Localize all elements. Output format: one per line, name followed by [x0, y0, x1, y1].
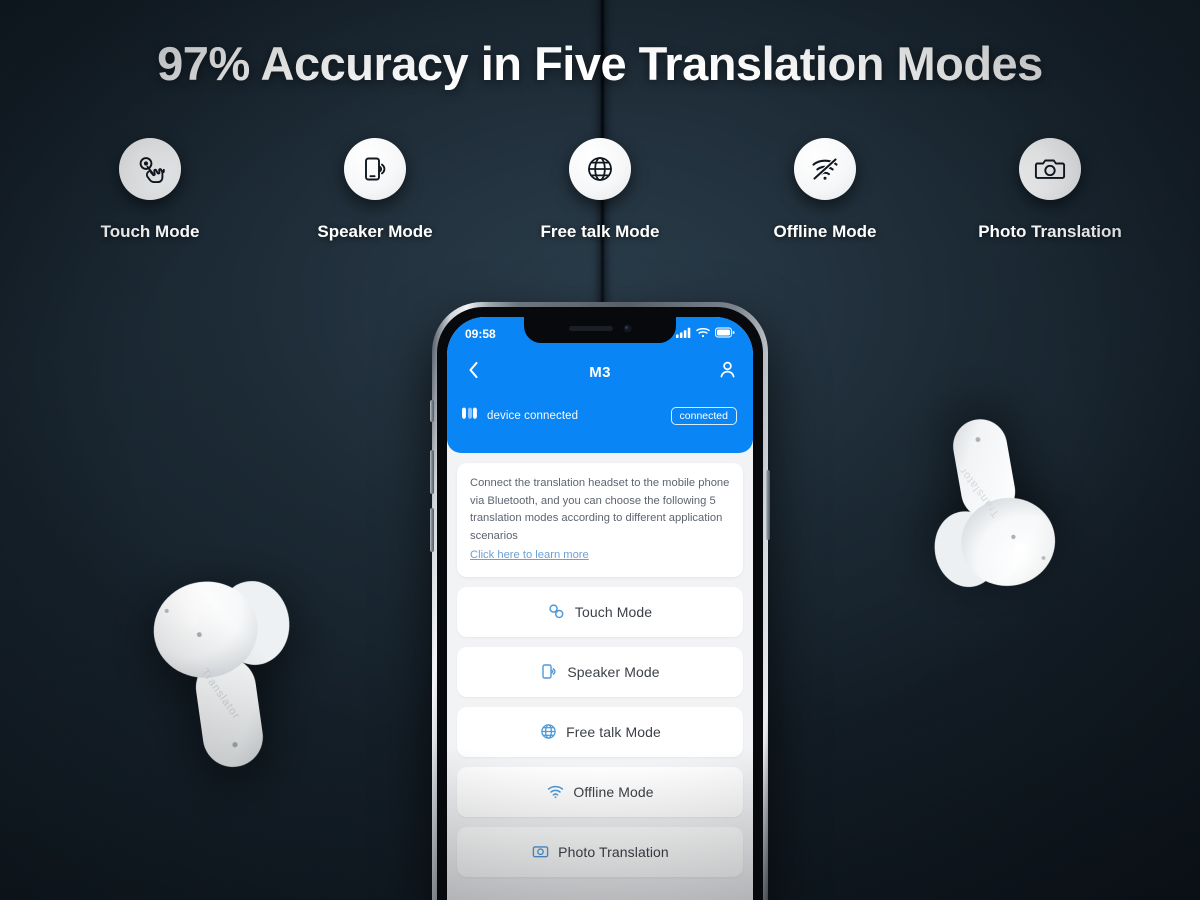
app-navbar: M3 — [447, 351, 753, 393]
person-icon — [719, 361, 736, 384]
list-item-photo-translation[interactable]: Photo Translation — [457, 826, 743, 877]
touch-hand-icon — [133, 152, 167, 186]
status-bar-time: 09:58 — [465, 327, 496, 341]
mode-chip-label: Photo Translation — [978, 222, 1122, 241]
camera-icon — [531, 843, 549, 861]
translation-mode-list: Touch Mode Speaker Mode Free talk Mode O… — [457, 586, 743, 877]
mode-chip-touch[interactable]: Touch Mode — [60, 138, 240, 242]
phone-bezel: 09:58 M3 device connected connected Conn… — [437, 307, 763, 900]
list-item-label: Photo Translation — [558, 843, 669, 860]
list-item-free-talk-mode[interactable]: Free talk Mode — [457, 706, 743, 757]
chevron-left-icon — [467, 360, 480, 385]
chip-icon-circle — [1019, 138, 1081, 200]
mode-chip-row: Touch Mode Speaker Mode Free talk Mode O… — [60, 138, 1140, 242]
phone-notch — [524, 317, 676, 343]
earbuds-icon — [461, 407, 478, 426]
phone-screen: 09:58 M3 device connected connected Conn… — [447, 317, 753, 900]
list-item-offline-mode[interactable]: Offline Mode — [457, 766, 743, 817]
front-camera-icon — [622, 324, 632, 333]
touch-link-icon — [548, 603, 566, 621]
phone-volume-up-button[interactable] — [430, 450, 434, 494]
learn-more-link[interactable]: Click here to learn more — [470, 547, 589, 565]
back-button[interactable] — [461, 360, 485, 385]
wifi-icon — [546, 783, 564, 801]
chip-icon-circle — [119, 138, 181, 200]
list-item-label: Touch Mode — [574, 603, 653, 620]
connection-status-text: device connected — [487, 410, 579, 422]
mode-chip-freetalk[interactable]: Free talk Mode — [510, 138, 690, 242]
info-card-text: Connect the translation headset to the m… — [470, 477, 730, 542]
chip-icon-circle — [344, 138, 406, 200]
status-badge: connected — [670, 406, 737, 426]
globe-icon — [583, 152, 617, 186]
phone-speaker-icon — [358, 152, 392, 186]
phone-mute-switch[interactable] — [430, 400, 434, 422]
app-title: M3 — [589, 363, 611, 381]
info-card: Connect the translation headset to the m… — [457, 463, 743, 577]
promo-banner: 97% Accuracy in Five Translation Modes T… — [0, 0, 1200, 900]
mode-chip-label: Offline Mode — [773, 222, 877, 241]
chip-icon-circle — [569, 138, 631, 200]
list-item-touch-mode[interactable]: Touch Mode — [457, 586, 743, 637]
mode-chip-label: Free talk Mode — [540, 222, 660, 241]
status-bar-icons — [676, 327, 735, 341]
cellular-signal-icon — [676, 327, 691, 341]
right-earbud: Translator — [890, 396, 1073, 610]
earpiece-speaker-icon — [568, 326, 613, 331]
battery-icon — [714, 327, 735, 341]
mode-chip-speaker[interactable]: Speaker Mode — [285, 138, 465, 242]
list-item-label: Offline Mode — [573, 783, 654, 800]
wifi-off-icon — [808, 152, 842, 186]
mode-chip-photo[interactable]: Photo Translation — [960, 138, 1140, 242]
phone-volume-down-button[interactable] — [430, 508, 434, 552]
left-earbud: Translator — [136, 557, 334, 789]
camera-icon — [1033, 152, 1067, 186]
phone-speaker-icon — [540, 663, 558, 681]
mode-chip-label: Touch Mode — [100, 222, 200, 241]
page-title: 97% Accuracy in Five Translation Modes — [157, 37, 1043, 90]
chip-icon-circle — [794, 138, 856, 200]
list-item-label: Free talk Mode — [566, 723, 661, 740]
mode-chip-offline[interactable]: Offline Mode — [735, 138, 915, 242]
device-connection-row: device connected connected — [447, 393, 753, 439]
globe-icon — [539, 723, 557, 741]
wifi-icon — [696, 327, 710, 341]
mode-chip-label: Speaker Mode — [317, 222, 433, 241]
list-item-label: Speaker Mode — [567, 663, 660, 680]
phone-power-button[interactable] — [766, 470, 770, 540]
phone-mockup: 09:58 M3 device connected connected Conn… — [430, 302, 770, 900]
list-item-speaker-mode[interactable]: Speaker Mode — [457, 646, 743, 697]
profile-button[interactable] — [715, 361, 739, 384]
